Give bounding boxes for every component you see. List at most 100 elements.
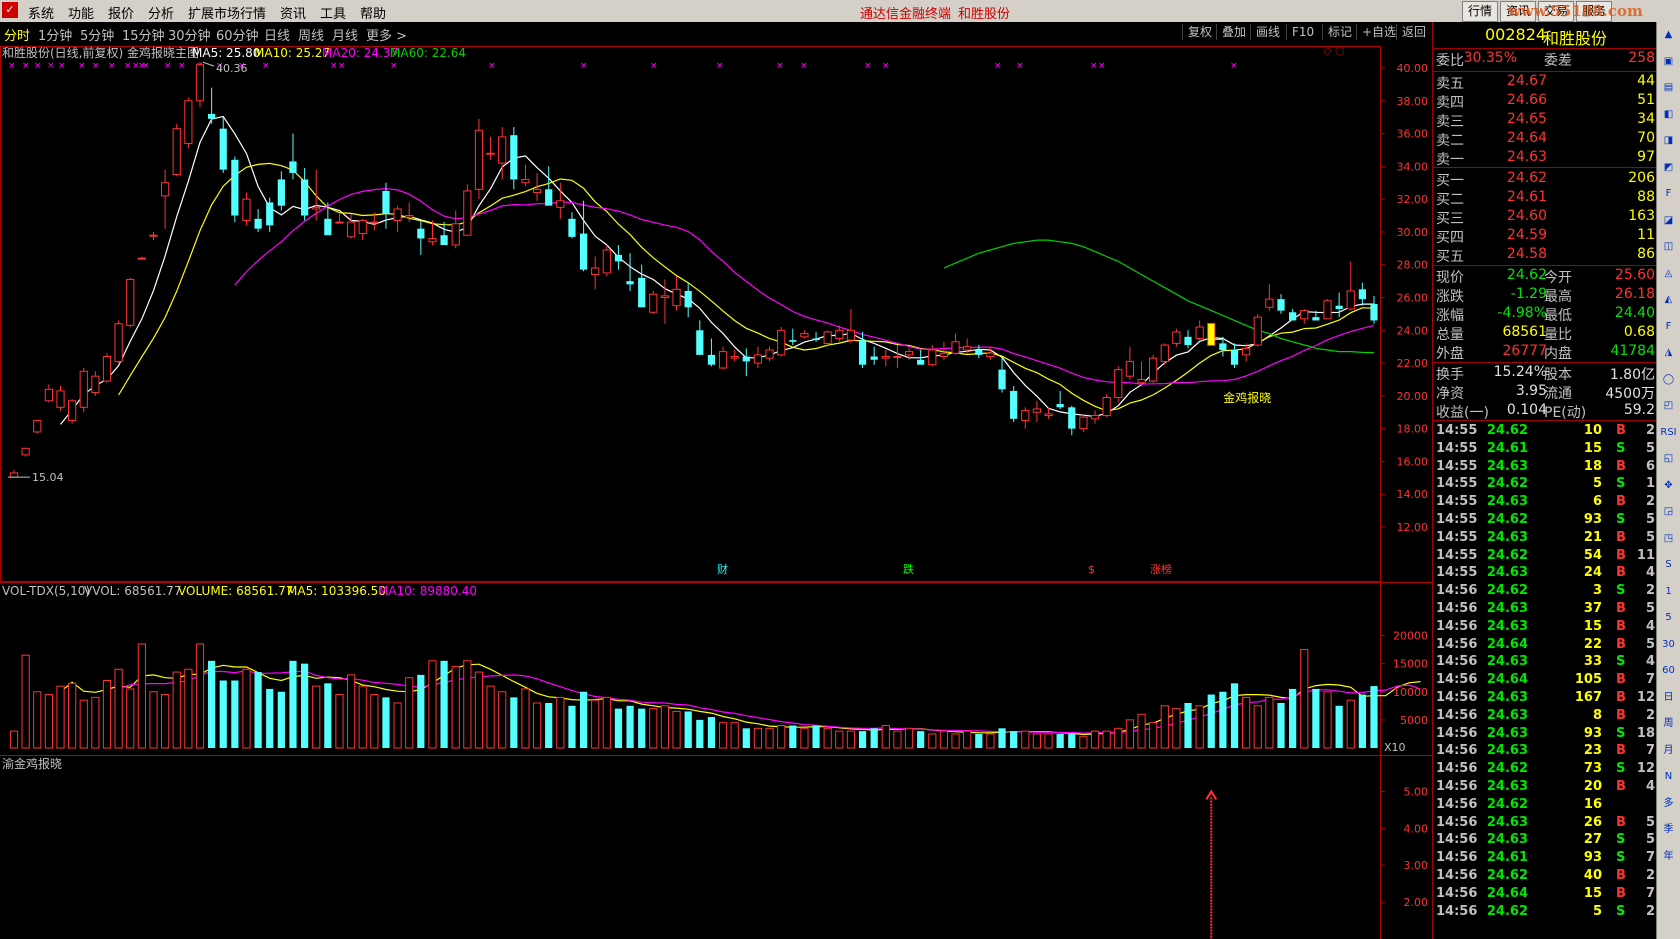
candle[interactable]: [56, 390, 65, 408]
volume-bar[interactable]: [1265, 696, 1274, 749]
volume-bar[interactable]: [545, 703, 553, 748]
candle[interactable]: [172, 128, 181, 176]
candle[interactable]: [114, 323, 123, 362]
candle[interactable]: [474, 129, 484, 190]
volume-bar[interactable]: [440, 660, 448, 748]
candle[interactable]: [1370, 304, 1378, 321]
volume-bar[interactable]: [44, 694, 53, 749]
event-marker-top-list[interactable]: 涨榜: [1150, 562, 1172, 576]
candle[interactable]: [579, 233, 588, 270]
btn-mark[interactable]: 标记: [1322, 24, 1352, 40]
tick-row[interactable]: 14:55 24.63 18 B 6: [1433, 459, 1657, 477]
volume-bar[interactable]: [1149, 722, 1158, 749]
candle[interactable]: [1300, 310, 1309, 320]
volume-bar[interactable]: [1172, 708, 1181, 749]
candle[interactable]: [451, 223, 460, 246]
volume-bar[interactable]: [556, 696, 565, 749]
volume-bar[interactable]: [823, 727, 832, 749]
candle[interactable]: [440, 235, 448, 246]
side-tool-icon[interactable]: 5: [1660, 609, 1677, 626]
volume-bar[interactable]: [591, 699, 600, 749]
candle[interactable]: [568, 218, 576, 237]
side-tool-icon[interactable]: 多: [1660, 795, 1677, 812]
btn-add-watchlist[interactable]: +自选: [1356, 24, 1396, 40]
candle[interactable]: [498, 136, 507, 164]
candle[interactable]: [33, 419, 42, 433]
side-tool-icon[interactable]: ◪: [1660, 212, 1677, 229]
volume-bar[interactable]: [532, 702, 542, 749]
candle[interactable]: [463, 190, 472, 236]
tick-row[interactable]: 14:56 24.62 5 S 2: [1433, 904, 1657, 922]
candle[interactable]: [1230, 349, 1239, 365]
candle[interactable]: [1323, 300, 1332, 320]
tick-row[interactable]: 14:56 24.63 27 S 5: [1433, 832, 1657, 850]
candle[interactable]: [1079, 416, 1088, 430]
side-tool-icon[interactable]: S: [1660, 556, 1677, 573]
candle[interactable]: [486, 152, 495, 155]
candle[interactable]: [1335, 305, 1343, 309]
tick-row[interactable]: 14:56 24.62 73 S 12: [1433, 761, 1657, 779]
candle[interactable]: [393, 208, 402, 221]
volume-bar[interactable]: [753, 727, 763, 749]
candle[interactable]: [358, 219, 367, 235]
tick-row[interactable]: 14:55 24.62 54 B 11: [1433, 548, 1657, 566]
candle[interactable]: [1149, 357, 1158, 382]
tick-row[interactable]: 14:56 24.63 167 B 12: [1433, 690, 1657, 708]
volume-bar[interactable]: [231, 680, 239, 749]
menu-tools[interactable]: 工具: [320, 3, 346, 22]
volume-bar[interactable]: [975, 733, 983, 748]
volume-bar[interactable]: [1125, 719, 1135, 749]
side-tool-icon[interactable]: ◬: [1660, 265, 1677, 282]
candle[interactable]: [1125, 360, 1135, 377]
candle[interactable]: [1160, 344, 1169, 362]
candle[interactable]: [219, 128, 227, 170]
candle[interactable]: [532, 188, 542, 194]
volume-bar[interactable]: [614, 708, 623, 748]
volume-bar[interactable]: [579, 691, 588, 748]
volume-bar[interactable]: [21, 654, 30, 749]
candle[interactable]: [602, 249, 611, 274]
volume-bar[interactable]: [1370, 686, 1378, 748]
volume-bar[interactable]: [1312, 688, 1320, 748]
volume-bar[interactable]: [161, 694, 170, 749]
side-tool-icon[interactable]: ◧: [1660, 106, 1677, 123]
candle[interactable]: [184, 100, 193, 144]
tab-monthly[interactable]: 月线: [332, 25, 358, 44]
side-tool-icon[interactable]: ◭: [1660, 291, 1677, 308]
candle[interactable]: [870, 356, 878, 360]
volume-bar[interactable]: [1056, 733, 1064, 748]
candle[interactable]: [846, 329, 856, 341]
candle[interactable]: [1021, 410, 1030, 421]
volume-bar[interactable]: [998, 728, 1006, 748]
side-tool-icon[interactable]: 季: [1660, 821, 1677, 838]
candle[interactable]: [881, 356, 890, 359]
candle[interactable]: [638, 277, 646, 308]
candle[interactable]: [21, 447, 30, 456]
tick-row[interactable]: 14:56 24.63 15 B 4: [1433, 619, 1657, 637]
side-tool-icon[interactable]: ◱: [1660, 450, 1677, 467]
volume-bar[interactable]: [1137, 713, 1146, 749]
volume-bar[interactable]: [33, 691, 42, 749]
candle[interactable]: [1346, 290, 1355, 310]
tick-row[interactable]: 14:56 24.63 37 B 5: [1433, 601, 1657, 619]
candle[interactable]: [1242, 347, 1251, 356]
tick-row[interactable]: 14:56 24.63 93 S 18: [1433, 726, 1657, 744]
volume-bar[interactable]: [870, 728, 878, 748]
volume-bar[interactable]: [1253, 705, 1262, 749]
tick-row[interactable]: 14:56 24.63 23 B 7: [1433, 743, 1657, 761]
candle[interactable]: [649, 293, 658, 313]
candle[interactable]: [161, 182, 170, 197]
btn-back[interactable]: 返回: [1396, 24, 1426, 40]
volume-bar[interactable]: [219, 680, 227, 749]
volume-bar[interactable]: [1021, 730, 1030, 749]
tab-weekly[interactable]: 周线: [298, 25, 324, 44]
volume-bar[interactable]: [91, 696, 100, 749]
tick-row[interactable]: 14:56 24.64 105 B 7: [1433, 672, 1657, 690]
candle[interactable]: [672, 288, 681, 307]
candle[interactable]: [800, 333, 809, 338]
volume-bar[interactable]: [382, 697, 390, 748]
candle[interactable]: [102, 356, 112, 382]
side-tool-icon[interactable]: 月: [1660, 742, 1677, 759]
volume-bar[interactable]: [1358, 694, 1366, 748]
volume-bar[interactable]: [835, 730, 844, 749]
